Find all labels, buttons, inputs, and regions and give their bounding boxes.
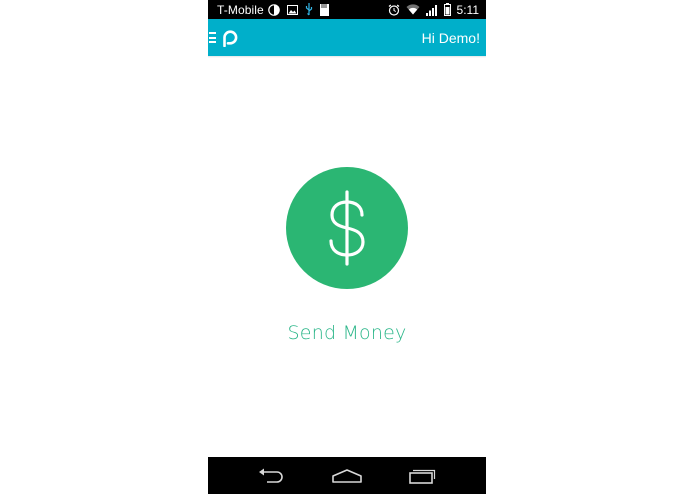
nav-bar bbox=[208, 457, 486, 494]
logo-icon[interactable] bbox=[222, 29, 238, 47]
moon-phase-icon bbox=[268, 3, 280, 16]
carrier-label: T-Mobile bbox=[217, 2, 264, 17]
dollar-icon bbox=[329, 190, 365, 266]
send-money-button[interactable] bbox=[286, 167, 408, 289]
alarm-icon bbox=[388, 4, 399, 16]
clock: 5:11 bbox=[456, 2, 479, 17]
app-bar-shadow bbox=[208, 56, 486, 58]
image-icon bbox=[286, 4, 298, 15]
menu-icon[interactable] bbox=[209, 32, 216, 43]
send-money-label[interactable]: Send Money bbox=[208, 322, 486, 344]
recents-icon bbox=[409, 469, 436, 484]
status-icons-right: 5:11 bbox=[388, 3, 479, 17]
home-button[interactable] bbox=[330, 466, 364, 486]
back-icon bbox=[259, 468, 283, 483]
recents-button[interactable] bbox=[406, 466, 440, 486]
status-icons-left bbox=[268, 3, 329, 16]
home-icon bbox=[332, 469, 362, 483]
wifi-icon bbox=[406, 4, 420, 15]
greeting-label: Hi Demo! bbox=[421, 29, 480, 46]
phone-screen: T-Mobile 5:11 Hi Demo! Send Money bbox=[208, 0, 486, 494]
signal-icon bbox=[425, 4, 437, 16]
back-button[interactable] bbox=[254, 466, 288, 486]
battery-icon bbox=[443, 3, 451, 16]
status-bar: T-Mobile 5:11 bbox=[208, 0, 486, 19]
usb-icon bbox=[305, 3, 312, 16]
sd-card-icon bbox=[319, 3, 329, 16]
app-bar: Hi Demo! bbox=[208, 19, 486, 56]
